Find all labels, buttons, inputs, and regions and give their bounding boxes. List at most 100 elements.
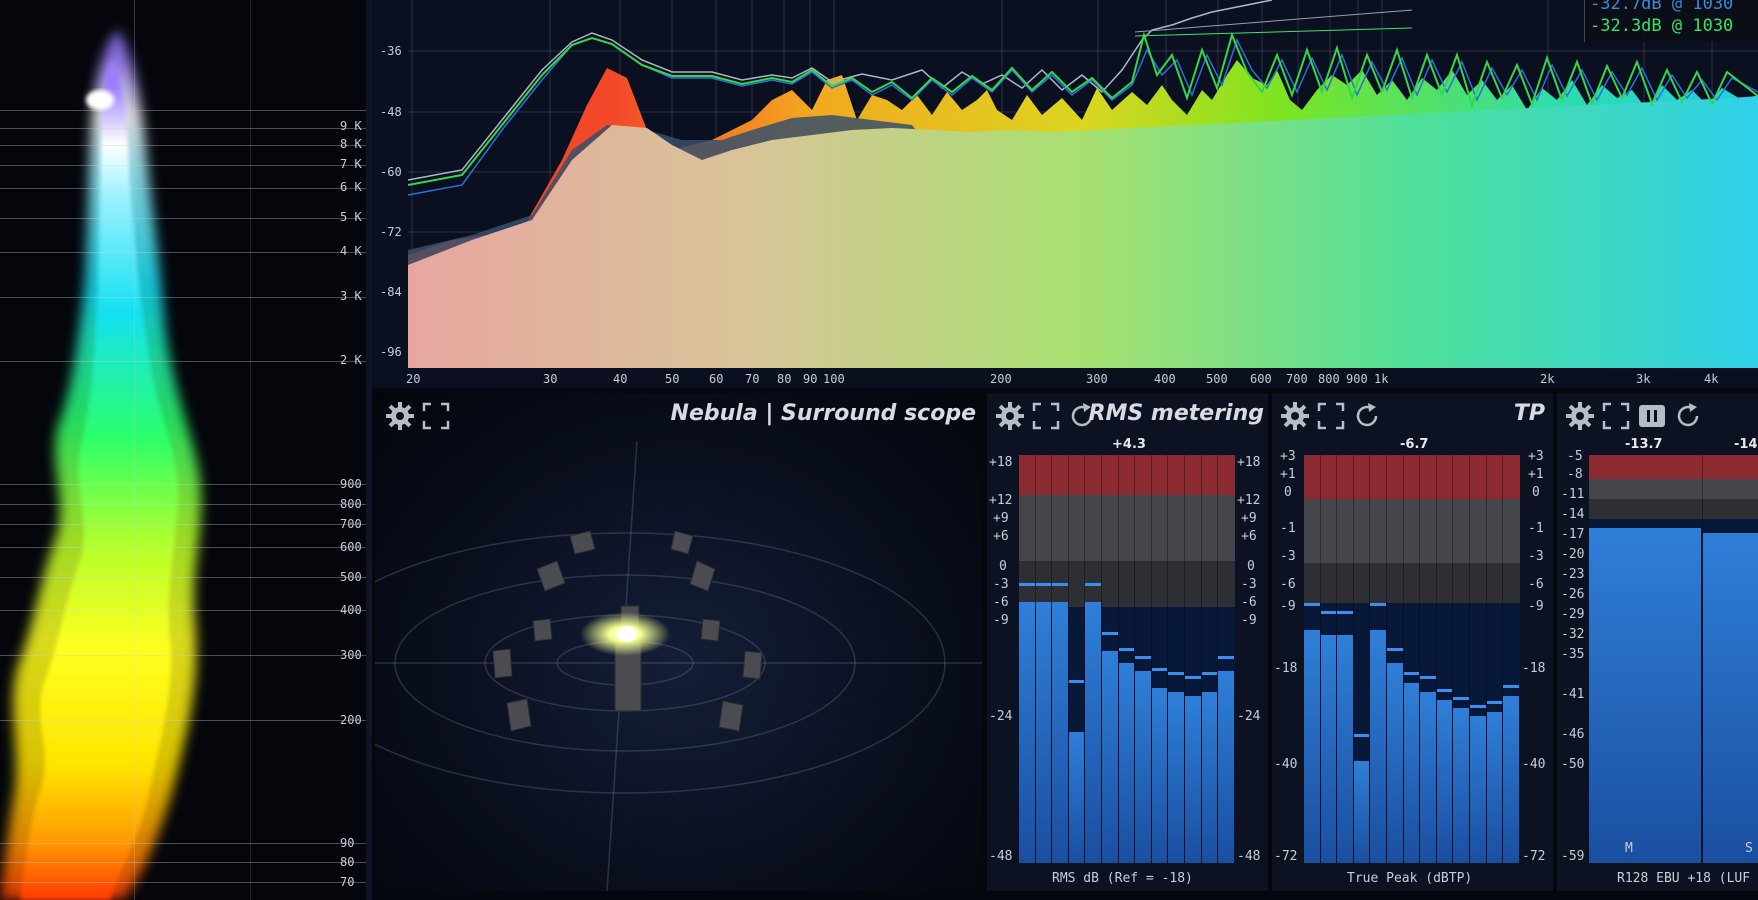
meter-divider [1117, 455, 1119, 863]
loudness-scale: -23 [1561, 567, 1585, 582]
spectrum-freq-label: 500 [1206, 372, 1228, 386]
meter-bar [1486, 712, 1503, 863]
spectrum-freq-label: 40 [613, 372, 628, 386]
loudness-scale: -20 [1561, 547, 1585, 562]
meter-peak-marker [1503, 685, 1519, 688]
meter-divider [1386, 455, 1387, 863]
pause-icon[interactable] [1637, 401, 1667, 431]
readout-line-2: -32.3dB @ 1030 [1590, 16, 1734, 36]
spectrum-freq-label: 3k [1636, 372, 1651, 386]
spectrogram-freq-label: 9 K [340, 119, 362, 133]
gear-icon[interactable] [1280, 401, 1310, 431]
spectrum-freq-label: 1k [1374, 372, 1389, 386]
meter-bar [1085, 602, 1101, 863]
loudness-channel-label: M [1625, 841, 1633, 856]
meter-bar [1589, 528, 1701, 863]
tp-scale-left: -9 [1280, 599, 1296, 614]
rms-bars [1019, 455, 1235, 863]
spectrum-freq-label: 50 [665, 372, 680, 386]
meter-bar [1470, 716, 1486, 863]
meter-bar [1118, 663, 1135, 863]
meter-divider [1067, 455, 1069, 863]
meter-peak-marker [1068, 680, 1085, 683]
fullscreen-icon[interactable] [1316, 401, 1346, 431]
meter-divider [1184, 455, 1185, 863]
rms-scale-left: -9 [993, 613, 1009, 628]
meter-divider [1084, 455, 1086, 863]
fullscreen-icon[interactable] [1601, 401, 1631, 431]
spectrogram-freq-label: 400 [340, 603, 362, 617]
rms-scale-left: 0 [999, 559, 1007, 574]
tp-scale-right: -72 [1522, 849, 1546, 864]
rms-scale-right: -9 [1241, 613, 1257, 628]
spectrum-freq-label: 90 [803, 372, 818, 386]
spectrum-freq-label: 200 [990, 372, 1012, 386]
meter-divider [1134, 455, 1136, 863]
rms-scale-right: -48 [1237, 849, 1261, 864]
gear-icon[interactable] [385, 401, 415, 431]
meter-bar [1320, 635, 1337, 863]
meter-bar [1403, 683, 1420, 863]
rms-scale-right: -6 [1241, 595, 1257, 610]
meter-bar [1370, 630, 1386, 863]
gear-icon[interactable] [1565, 401, 1595, 431]
surround-scope[interactable] [375, 441, 982, 891]
fullscreen-icon[interactable] [1031, 401, 1061, 431]
rms-scale-right: -3 [1241, 577, 1257, 592]
reset-icon[interactable] [1352, 401, 1382, 431]
spectrum-freq-label: 700 [1286, 372, 1308, 386]
rms-title: RMS metering [1088, 401, 1264, 426]
loudness-scale: -5 [1567, 449, 1583, 464]
meter-bar [1185, 696, 1201, 863]
tp-scale-left: +3 [1280, 449, 1296, 464]
meter-bar [1068, 732, 1085, 863]
meter-bar [1420, 692, 1436, 863]
spectrum-freq-label: 900 [1346, 372, 1368, 386]
spectrum-freq-label: 70 [745, 372, 760, 386]
spectrogram-freq-label: 2 K [340, 353, 362, 367]
tp-scale-left: -6 [1280, 577, 1296, 592]
loudness-scale: -32 [1561, 627, 1585, 642]
spectrogram-plume [0, 30, 202, 900]
meter-divider [1319, 455, 1321, 863]
meter-divider [1502, 455, 1504, 863]
meter-bar [1304, 630, 1320, 863]
meter-bar [1353, 761, 1370, 863]
reset-icon[interactable] [1673, 401, 1703, 431]
meter-peak-marker [1453, 697, 1469, 700]
tp-scale-right: -9 [1528, 599, 1544, 614]
spectrum-freq-label: 80 [777, 372, 792, 386]
spectrum-freq-label: 2k [1540, 372, 1555, 386]
meter-peak-marker [1135, 656, 1151, 659]
meter-peak-marker [1201, 672, 1218, 675]
meter-peak-marker [1470, 705, 1486, 708]
tp-peak-value: -6.7 [1400, 437, 1429, 452]
fullscreen-icon[interactable] [421, 401, 451, 431]
meter-divider [1419, 455, 1421, 863]
gear-icon[interactable] [995, 401, 1025, 431]
meter-divider [1167, 455, 1169, 863]
spectrum-freq-label: 100 [823, 372, 845, 386]
spectrum-db-label: -72 [380, 225, 402, 239]
tp-scale-right: +1 [1528, 467, 1544, 482]
meter-peak-marker [1320, 611, 1337, 614]
spectrogram-freq-label: 5 K [340, 210, 362, 224]
meter-divider [1034, 455, 1036, 863]
meter-peak-marker [1370, 603, 1386, 606]
meter-bar [1387, 663, 1403, 863]
meter-bar [1151, 688, 1168, 863]
loudness-scale: -11 [1561, 487, 1585, 502]
meter-bar [1201, 692, 1218, 863]
meter-peak-marker [1403, 672, 1420, 675]
spectrum-freq-label: 4k [1704, 372, 1719, 386]
spectrum-freq-label: 300 [1086, 372, 1108, 386]
tp-scale-left: -72 [1274, 849, 1298, 864]
spectrogram-freq-label: 300 [340, 648, 362, 662]
tp-bars [1304, 455, 1520, 863]
meter-bar [1102, 651, 1118, 863]
loudness-channel-label: S [1745, 841, 1753, 856]
spectrogram-freq-label: 800 [340, 497, 362, 511]
tp-scale-left: -18 [1274, 661, 1298, 676]
meter-peak-marker [1304, 603, 1320, 606]
loudness-peak-value-m: -13.7 [1625, 437, 1663, 452]
